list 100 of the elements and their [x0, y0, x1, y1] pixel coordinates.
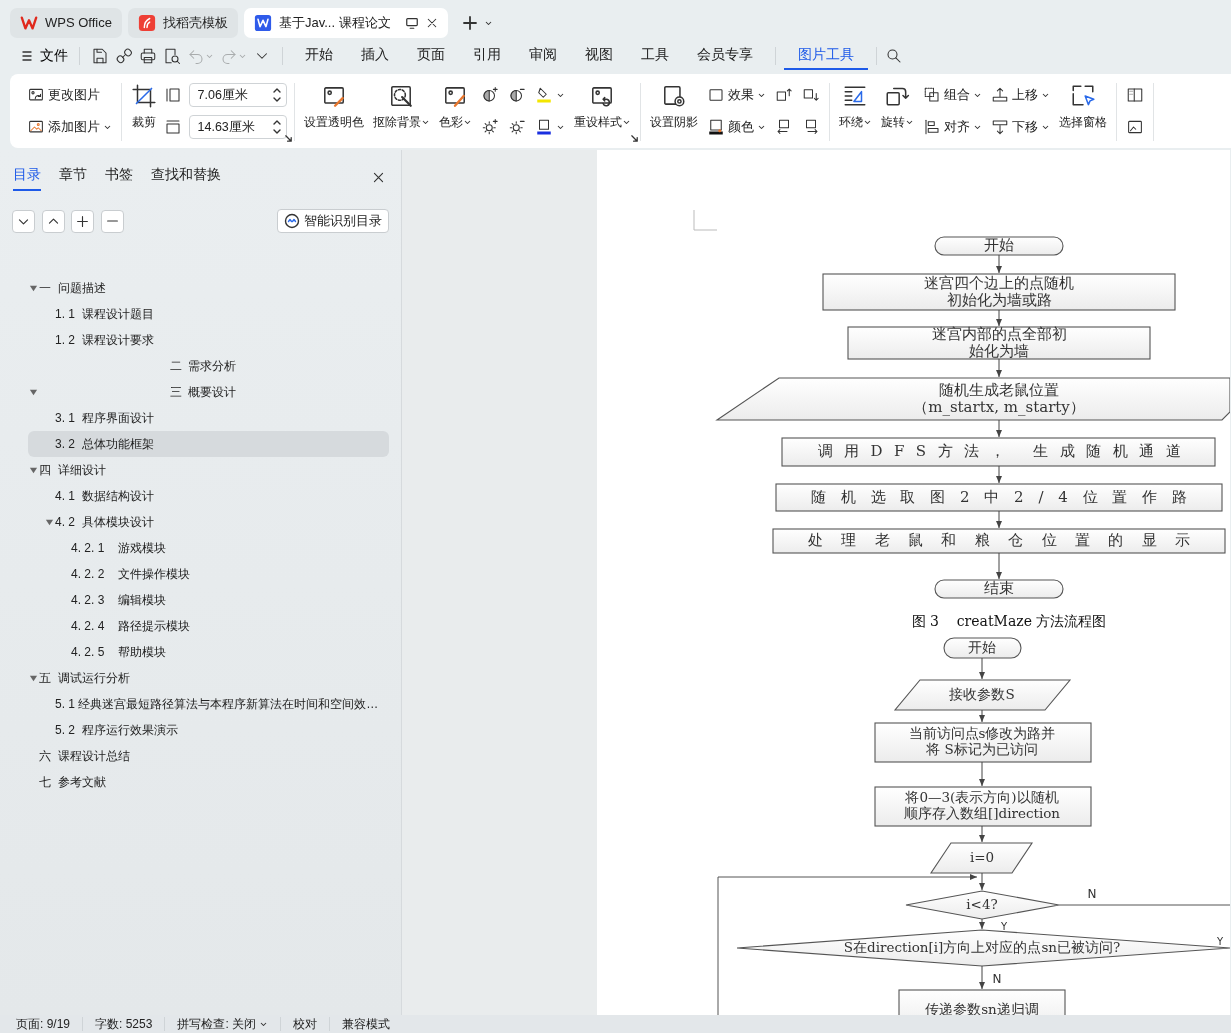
ribbon-button[interactable]: 抠除背景 [370, 83, 432, 131]
ribbon-button[interactable]: 效果 [704, 83, 768, 107]
ribbon-button[interactable]: 添加图片 [25, 115, 114, 139]
height-icon [164, 118, 182, 136]
ribbon-button[interactable]: 设置透明色 [301, 83, 366, 131]
menu-tab[interactable]: 页面 [402, 42, 459, 70]
expand-triangle-icon[interactable] [29, 283, 38, 293]
width-icon [164, 86, 182, 104]
menu-tab[interactable]: 引用 [458, 42, 515, 70]
process-box: 将0—3(表示方向)以随机 顺序存入数组[]direction [874, 786, 1092, 827]
outline-item[interactable]: 4. 2. 4 路径提示模块 [28, 613, 389, 639]
outline-item[interactable]: 5. 1 经典迷宫最短路径算法与本程序新算法在时间和空间效… [28, 691, 389, 717]
expand-triangle-icon[interactable] [29, 673, 38, 683]
size-field[interactable]: 7.06厘米 [188, 83, 287, 107]
outline-item[interactable]: 1. 2 课程设计要求 [28, 327, 389, 353]
process-box: 迷宫内部的点全部初 始化为墙 [847, 324, 1151, 360]
icon-button[interactable] [71, 209, 94, 233]
window-tab[interactable]: WPS Office [10, 8, 122, 38]
menu-tab[interactable]: 视图 [570, 42, 627, 70]
menu-tab[interactable]: 图片工具 [783, 42, 868, 70]
file-menu[interactable]: 文件 [18, 45, 71, 67]
outline-item[interactable]: 五 调试运行分析 [28, 665, 389, 691]
process-box: 当前访问点s修改为路并 将 S标记为已访问 [874, 722, 1092, 763]
arrow [996, 419, 1002, 438]
outline-item[interactable]: 一 问题描述 [28, 275, 389, 301]
outline-item[interactable]: 5. 2 程序运行效果演示 [28, 717, 389, 743]
expand-triangle-icon[interactable] [45, 517, 54, 527]
size-field[interactable]: 14.63厘米 [188, 115, 287, 139]
ribbon-button[interactable]: 更改图片 [25, 83, 114, 107]
panel-tab[interactable]: 书签 [105, 164, 133, 191]
menu-tab[interactable]: 会员专享 [682, 42, 767, 70]
expand-triangle-icon[interactable] [29, 465, 38, 475]
crop-icon [131, 83, 157, 109]
arrow [996, 510, 1002, 529]
status-item[interactable]: 校对 [293, 1017, 331, 1031]
arrow [996, 465, 1002, 484]
ribbon-button[interactable]: 对齐 [920, 115, 984, 139]
ribbon-button[interactable]: 环绕 [836, 83, 874, 131]
ribbon-button[interactable]: 下移 [988, 115, 1052, 139]
outline-item[interactable]: 3. 2 总体功能框架 [28, 431, 389, 457]
outline-item[interactable]: 七 参考文献 [28, 769, 389, 795]
arrow [979, 825, 985, 843]
search-icon[interactable] [884, 47, 903, 65]
square-icon [706, 86, 725, 104]
send-backward-icon [990, 118, 1009, 136]
expand-triangle-icon[interactable] [29, 387, 38, 397]
outline-item[interactable]: 4. 2. 2 文件操作模块 [28, 561, 389, 587]
arrow [996, 309, 1002, 327]
save-icon [90, 47, 109, 65]
io-parallelogram: 随机生成老鼠位置 （m_startx, m_starty） [715, 377, 1230, 421]
arrow [979, 918, 985, 930]
outline-item[interactable]: 三 概要设计 [28, 379, 389, 405]
contrast-up-icon [480, 86, 499, 104]
spinner-icon[interactable] [271, 87, 282, 103]
outline-item[interactable]: 4. 2. 5 帮助模块 [28, 639, 389, 665]
branch-label: Y [1216, 936, 1224, 947]
close-icon[interactable] [425, 17, 438, 29]
ribbon-button[interactable]: 裁剪 [129, 83, 159, 131]
menu-tab[interactable]: 插入 [346, 42, 403, 70]
border-color-icon [534, 118, 553, 136]
menu-tab[interactable]: 审阅 [514, 42, 571, 70]
outline-item[interactable]: 二 需求分析 [28, 353, 389, 379]
monitor-icon[interactable] [404, 16, 419, 30]
outline-item[interactable]: 4. 2. 3 编辑模块 [28, 587, 389, 613]
new-tab-icon[interactable] [461, 15, 478, 31]
window-tab[interactable]: 基于Jav... 课程论文 [243, 8, 448, 38]
outline-item[interactable]: 4. 2. 1 游戏模块 [28, 535, 389, 561]
outline-item[interactable]: 4. 2 具体模块设计 [28, 509, 389, 535]
outline-item[interactable]: 1. 1 课程设计题目 [28, 301, 389, 327]
status-item[interactable]: 页面: 9/19 [16, 1017, 84, 1031]
ribbon-button[interactable]: 选择窗格 [1056, 83, 1109, 131]
menu-tab[interactable]: 工具 [626, 42, 683, 70]
outline-item[interactable]: 3. 1 程序界面设计 [28, 405, 389, 431]
status-item[interactable]: 字数: 5253 [95, 1017, 166, 1031]
columns-icon [1125, 86, 1144, 104]
window-tab[interactable]: 找稻壳模板 [127, 8, 238, 38]
ribbon-button[interactable]: 上移 [988, 83, 1052, 107]
panel-tab[interactable]: 章节 [59, 164, 87, 191]
image-cutout-icon [388, 83, 414, 109]
outline-item[interactable]: 四 详细设计 [28, 457, 389, 483]
close-icon[interactable] [372, 171, 385, 184]
dialog-launcher-icon[interactable] [629, 134, 639, 143]
outline-item[interactable]: 4. 1 数据结构设计 [28, 483, 389, 509]
ribbon-button[interactable]: 旋转 [878, 83, 916, 131]
group-icon [922, 86, 941, 104]
smart-toc-button[interactable]: 智能识别目录 [277, 209, 389, 233]
ribbon-button[interactable]: 色彩 [436, 83, 474, 131]
ribbon-button[interactable]: 设置阴影 [647, 83, 700, 131]
ribbon-button[interactable]: 重设样式 [571, 83, 633, 131]
panel-tab[interactable]: 查找和替换 [151, 164, 221, 191]
panel-tab[interactable]: 目录 [13, 164, 41, 191]
ribbon-button[interactable]: 组合 [920, 83, 984, 107]
outline-item[interactable]: 六 课程设计总结 [28, 743, 389, 769]
image-swap-icon [27, 86, 45, 104]
ribbon-button[interactable]: 颜色 [704, 115, 768, 139]
status-item[interactable]: 兼容模式 [342, 1017, 403, 1031]
status-dropdown[interactable]: 拼写检查: 关闭 [177, 1017, 282, 1031]
menu-tab[interactable]: 开始 [290, 42, 347, 70]
dialog-launcher-icon[interactable] [283, 134, 293, 143]
spinner-icon[interactable] [271, 119, 282, 135]
